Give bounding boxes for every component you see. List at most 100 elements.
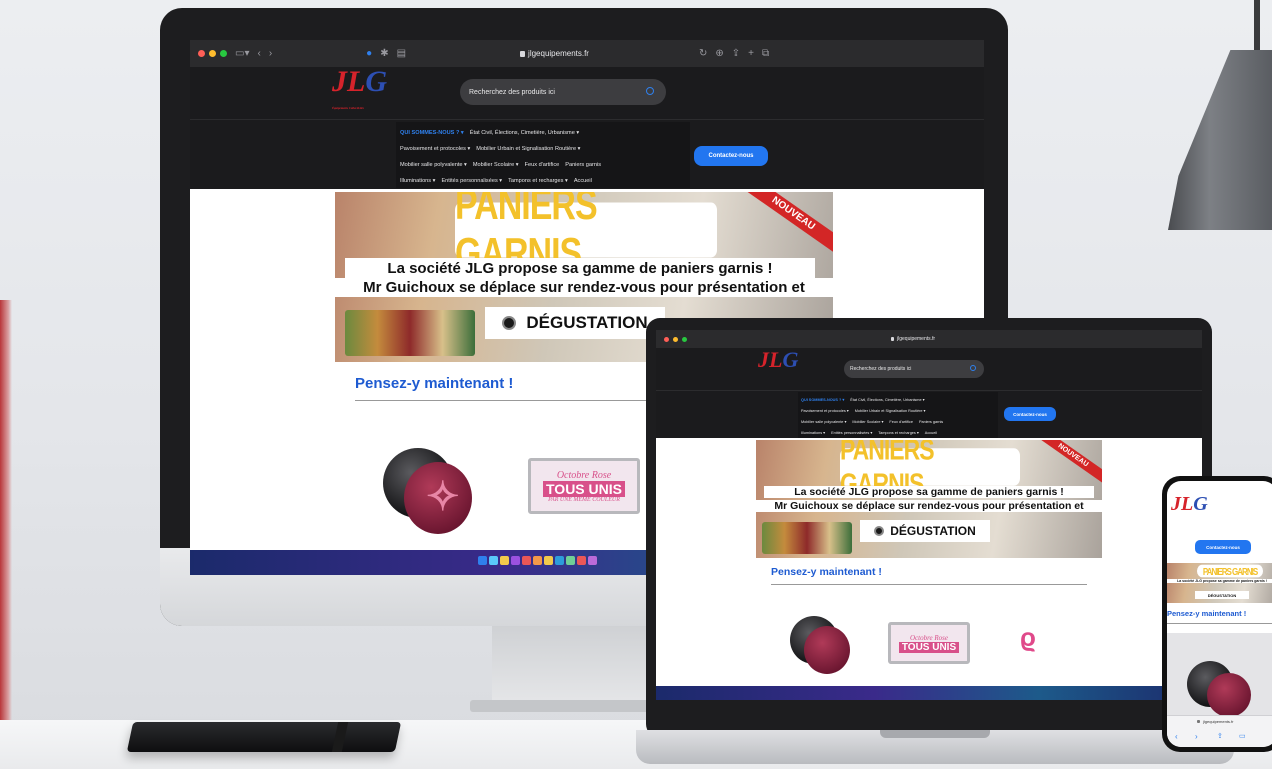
- macbook-menu-etat[interactable]: État Civil, Élections, Cimetière, Urbani…: [850, 397, 924, 402]
- macbook-menu-feux[interactable]: Feux d'artifice: [889, 420, 913, 424]
- figma-icon[interactable]: [500, 556, 509, 565]
- logo-text-g: G: [365, 65, 387, 98]
- macbook-barrier-product[interactable]: Octobre Rose TOUS UNIS: [888, 622, 970, 664]
- logo-text-jl: JL: [332, 65, 366, 98]
- back-icon[interactable]: ‹: [257, 48, 260, 59]
- macbook-address-bar[interactable]: jlgequipements.fr: [891, 336, 935, 342]
- iphone-screen: JLG Contactez-nous PANIERS GARNIS La soc…: [1167, 481, 1272, 747]
- address-bar[interactable]: jlgequipements.fr: [520, 49, 589, 58]
- download-icon[interactable]: ⊕: [715, 48, 723, 59]
- ae-icon[interactable]: [511, 556, 520, 565]
- banner-line-1: La société JLG propose sa gamme de panie…: [345, 258, 815, 280]
- iphone-back-icon[interactable]: ‹: [1175, 732, 1178, 741]
- menu-item-mobilier-salle[interactable]: Mobilier salle polyvalente ▾: [400, 162, 467, 168]
- macbook-wallpaper-strip: [656, 686, 1202, 700]
- macbook-search-input[interactable]: Recherchez des produits ici: [844, 360, 984, 378]
- macbook-site-logo[interactable]: JLG: [758, 349, 798, 371]
- menu-item-feux-artifice[interactable]: Feux d'artifice: [525, 162, 560, 168]
- zoom-window-button[interactable]: [220, 50, 227, 57]
- chrome-icon[interactable]: [533, 556, 542, 565]
- shield-icon[interactable]: ●: [366, 48, 372, 59]
- menu-item-mobilier-urbain[interactable]: Mobilier Urbain et Signalisation Routièr…: [476, 146, 580, 152]
- share-icon[interactable]: ⇪: [732, 48, 740, 59]
- tabs-overview-icon[interactable]: ⧉: [762, 48, 769, 59]
- music-icon[interactable]: [588, 556, 597, 565]
- macbook-pin-badge-pink[interactable]: [804, 626, 850, 674]
- menu-row-1: QUI SOMMES-NOUS ? ▾ État Civil, Élection…: [400, 125, 686, 141]
- barrier-text-2: TOUS UNIS: [543, 480, 625, 497]
- macbook-menu-salle[interactable]: Mobilier salle polyvalente ▾: [801, 419, 846, 424]
- iphone-address-bar[interactable]: jlgequipements.fr: [1197, 719, 1233, 724]
- macbook-close-button[interactable]: [664, 336, 669, 342]
- macbook-menu-paniers[interactable]: Paniers garnis: [919, 420, 943, 424]
- macbook-menu-pavoisement[interactable]: Pavoisement et protocoles ▾: [801, 408, 849, 413]
- macbook-zoom-button[interactable]: [682, 336, 687, 342]
- menu-item-paniers-garnis[interactable]: Paniers garnis: [565, 162, 601, 168]
- iphone-pin-badge-pink[interactable]: [1207, 673, 1251, 717]
- new-tab-icon[interactable]: +: [748, 48, 754, 59]
- menu-item-qui-sommes-nous[interactable]: QUI SOMMES-NOUS ? ▾: [400, 130, 464, 136]
- macbook-product-jars: [762, 522, 852, 554]
- ps-icon[interactable]: [555, 556, 564, 565]
- iphone-contact-button[interactable]: Contactez-nous: [1195, 540, 1251, 554]
- macbook-hero-banner[interactable]: PANIERS GARNIS NOUVEAU La société JLG pr…: [756, 440, 1102, 558]
- macbook-search-icon[interactable]: [970, 365, 976, 371]
- macbook-browser-toolbar: jlgequipements.fr: [656, 330, 1202, 348]
- background-red-panel: [0, 300, 12, 720]
- macbook-ribbon-lanyard-icon[interactable]: ϱ: [1020, 622, 1036, 653]
- macbook-menu-accueil[interactable]: Accueil: [925, 431, 937, 435]
- reload-icon[interactable]: ↻: [699, 48, 707, 59]
- menu-item-tampons[interactable]: Tampons et recharges ▾: [508, 178, 568, 184]
- iphone-section-divider: [1167, 623, 1272, 624]
- macbook-menu-row-4: Illuminations ▾ Entités personnalisées ▾…: [801, 427, 995, 438]
- macbook-menu-entites[interactable]: Entités personnalisées ▾: [831, 430, 872, 435]
- menu-item-pavoisement[interactable]: Pavoisement et protocoles ▾: [400, 146, 470, 152]
- macbook-minimize-button[interactable]: [673, 336, 678, 342]
- site-header: JLG Équipements Collectivités Recherchez…: [190, 67, 984, 119]
- minimize-window-button[interactable]: [209, 50, 216, 57]
- iphone-site-logo[interactable]: JLG: [1171, 494, 1208, 514]
- search-icon[interactable]: [646, 87, 654, 95]
- iphone-tasting-label: DÉGUSTATION: [1195, 591, 1249, 599]
- menu-item-entites[interactable]: Entités personnalisées ▾: [441, 178, 502, 184]
- iphone-forward-icon[interactable]: ›: [1195, 732, 1198, 741]
- calendar-icon[interactable]: [577, 556, 586, 565]
- menu-item-etat-civil[interactable]: État Civil, Élections, Cimetière, Urbani…: [470, 130, 579, 136]
- macbook-url-text: jlgequipements.fr: [897, 336, 936, 342]
- finder-icon[interactable]: [478, 556, 487, 565]
- macbook-menu-qui[interactable]: QUI SOMMES-NOUS ? ▾: [801, 397, 844, 402]
- macbook-menu-illuminations[interactable]: Illuminations ▾: [801, 430, 825, 435]
- menu-item-accueil[interactable]: Accueil: [574, 178, 592, 184]
- macbook-menu-mobilier-urbain[interactable]: Mobilier Urbain et Signalisation Routièr…: [855, 408, 926, 413]
- macbook-menu-row-1: QUI SOMMES-NOUS ? ▾ État Civil, Élection…: [801, 394, 995, 405]
- iphone-bookmarks-icon[interactable]: ▭: [1239, 732, 1246, 740]
- notebook: [126, 722, 402, 752]
- iphone-banner-title: PANIERS GARNIS: [1197, 564, 1263, 578]
- new-ribbon: NOUVEAU: [739, 192, 833, 255]
- macbook-lock-icon: [891, 337, 894, 341]
- macbook-menu-scolaire[interactable]: Mobilier Scolaire ▾: [852, 419, 883, 424]
- forward-icon[interactable]: ›: [269, 48, 272, 59]
- macbook-menu-tampons[interactable]: Tampons et recharges ▾: [878, 430, 919, 435]
- ai-icon[interactable]: [544, 556, 553, 565]
- pin-badge-pink-ribbon[interactable]: ✧: [404, 462, 472, 534]
- menu-row-2: Pavoisement et protocoles ▾ Mobilier Urb…: [400, 141, 686, 157]
- mail-icon[interactable]: [566, 556, 575, 565]
- safari-icon[interactable]: [489, 556, 498, 565]
- iphone-hero-banner[interactable]: PANIERS GARNIS La société JLG propose sa…: [1167, 563, 1272, 603]
- site-logo[interactable]: JLG Équipements Collectivités: [332, 67, 387, 121]
- menu-item-illuminations[interactable]: Illuminations ▾: [400, 178, 435, 184]
- menu-item-mobilier-scolaire[interactable]: Mobilier Scolaire ▾: [473, 162, 519, 168]
- iphone-share-icon[interactable]: ⇪: [1217, 732, 1223, 740]
- pr-icon[interactable]: [522, 556, 531, 565]
- search-input[interactable]: Recherchez des produits ici: [460, 79, 666, 105]
- barrier-banner-product[interactable]: Octobre Rose TOUS UNIS PAR UNE MÊME COUL…: [528, 458, 640, 514]
- reader-icon[interactable]: ▤: [397, 48, 406, 59]
- contact-button[interactable]: Contactez-nous: [694, 146, 768, 166]
- tasting-label: DÉGUSTATION: [485, 307, 665, 339]
- close-window-button[interactable]: [198, 50, 205, 57]
- macbook-contact-button[interactable]: Contactez-nous: [1004, 407, 1056, 421]
- macbook-menu-row-3: Mobilier salle polyvalente ▾ Mobilier Sc…: [801, 416, 995, 427]
- extension-icon[interactable]: ✱: [380, 48, 388, 59]
- sidebar-icon[interactable]: ▭▾: [235, 48, 249, 59]
